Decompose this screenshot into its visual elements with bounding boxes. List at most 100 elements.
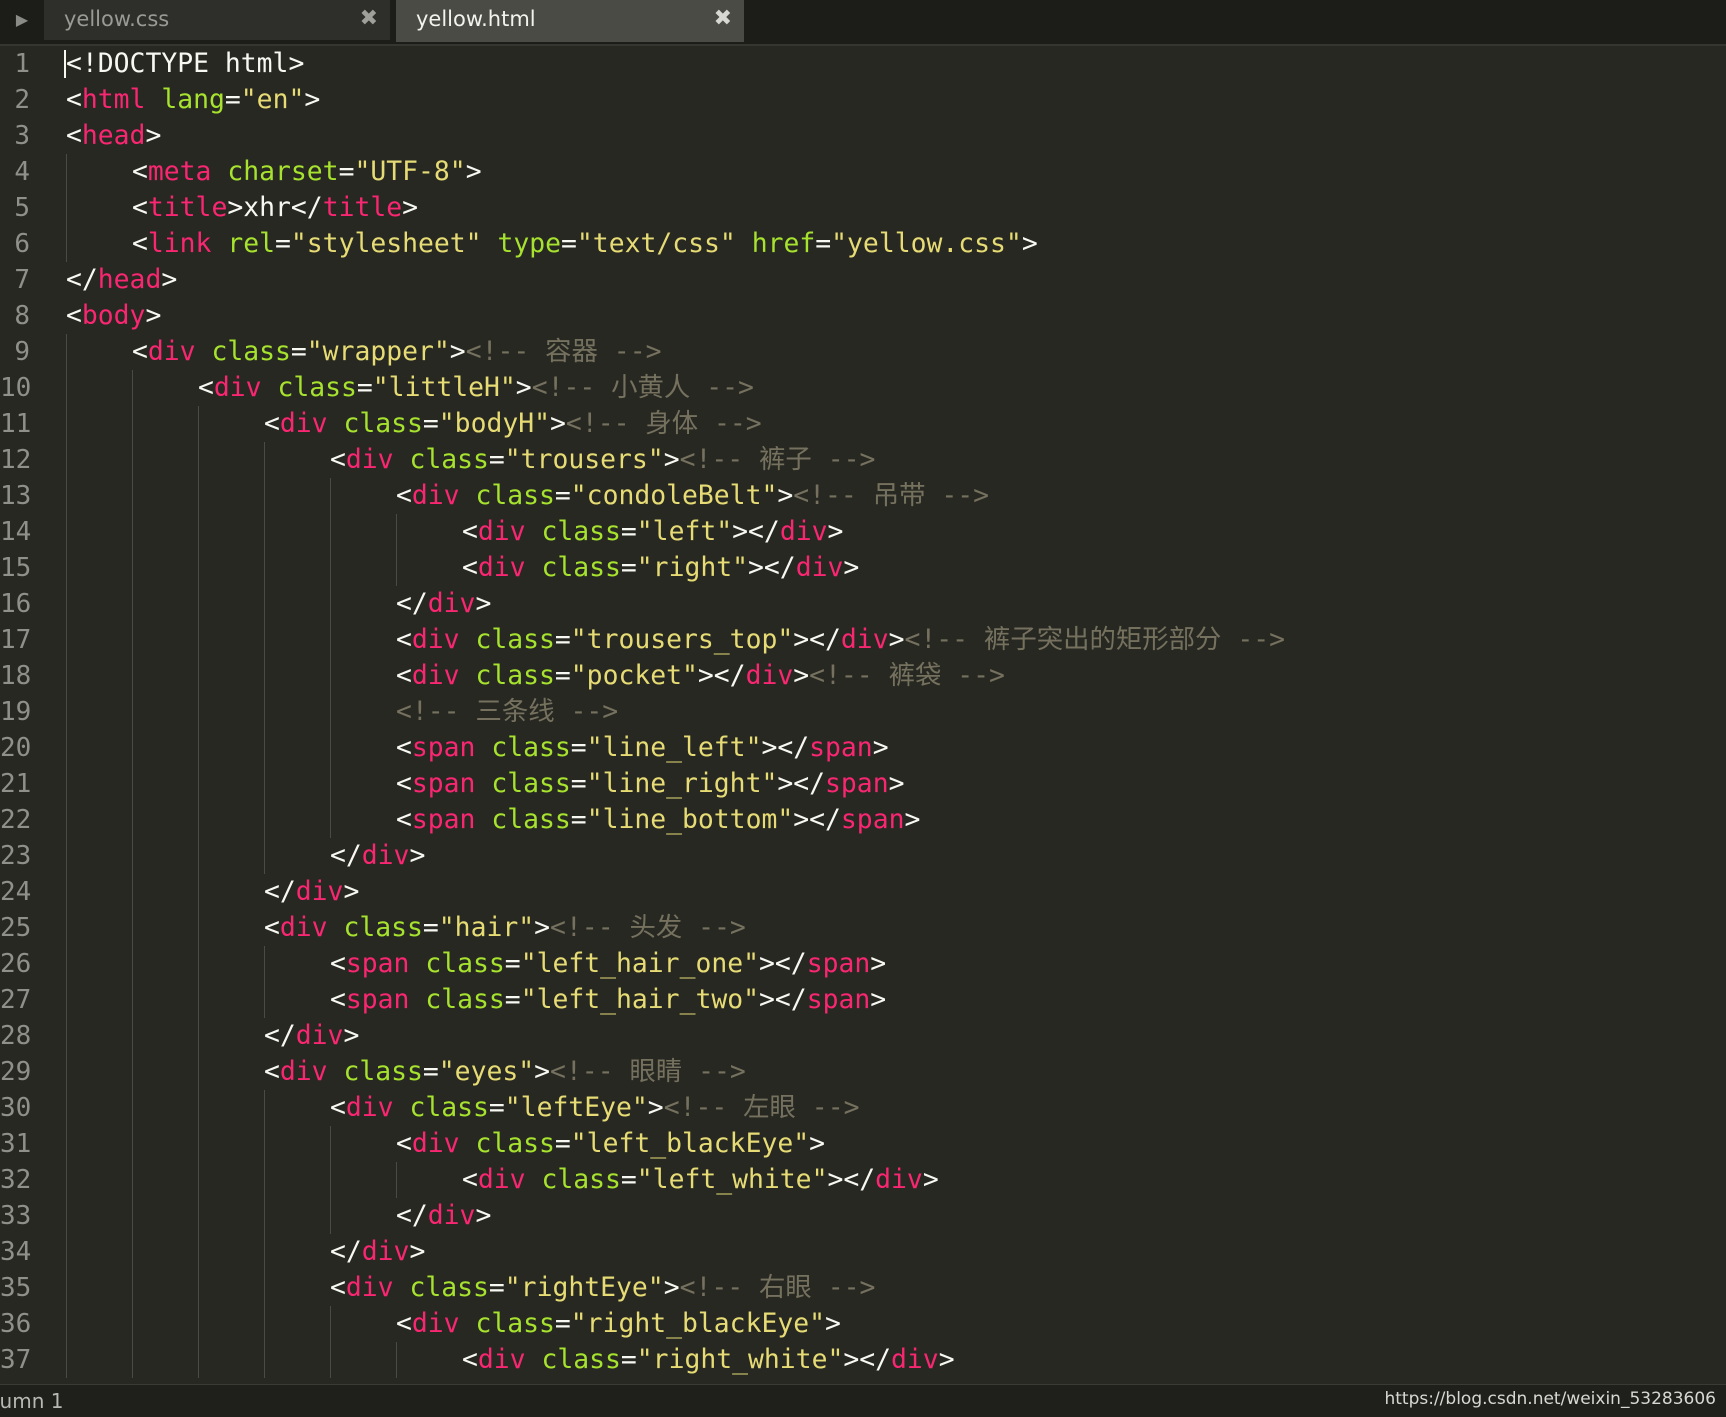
code-line[interactable]: 29 <div class="eyes"><!-- 眼睛 --> bbox=[0, 1054, 1726, 1090]
indent-guide bbox=[198, 550, 199, 586]
code-line[interactable]: 4 <meta charset="UTF-8"> bbox=[0, 154, 1726, 190]
code-line[interactable]: 14 <div class="left"></div> bbox=[0, 514, 1726, 550]
code-tag: span bbox=[345, 984, 410, 1015]
code-line[interactable]: 24 </div> bbox=[0, 874, 1726, 910]
code-line[interactable]: 36 <div class="right_blackEye"> bbox=[0, 1306, 1726, 1342]
code-comment: <!-- 裤子 --> bbox=[679, 444, 876, 475]
indent-guide bbox=[66, 1090, 67, 1126]
code-punct: > bbox=[145, 300, 162, 331]
code-line[interactable]: 2 <html lang="en"> bbox=[0, 82, 1726, 118]
code-attr: type bbox=[497, 228, 562, 259]
line-number: 16 bbox=[0, 589, 32, 619]
line-number: 8 bbox=[14, 301, 30, 331]
code-string: "left_hair_two" bbox=[520, 984, 760, 1015]
code-punct bbox=[475, 732, 491, 763]
code-line[interactable]: 35 <div class="rightEye"><!-- 右眼 --> bbox=[0, 1270, 1726, 1306]
code-punct: = bbox=[570, 732, 587, 763]
close-icon[interactable]: ✖ bbox=[360, 0, 378, 38]
close-icon[interactable]: ✖ bbox=[714, 0, 732, 38]
code-text: <span class="left_hair_two"></span> bbox=[330, 982, 886, 1018]
line-number: 6 bbox=[14, 229, 30, 259]
code-line[interactable]: 31 <div class="left_blackEye"> bbox=[0, 1126, 1726, 1162]
code-line[interactable]: 5 <title>xhr</title> bbox=[0, 190, 1726, 226]
code-line[interactable]: 3 <head> bbox=[0, 118, 1726, 154]
code-string: "en" bbox=[240, 84, 305, 115]
code-punct bbox=[526, 1344, 542, 1375]
code-line[interactable]: 16 </div> bbox=[0, 586, 1726, 622]
code-tag: span bbox=[809, 732, 873, 763]
code-text: <div class="left_white"></div> bbox=[462, 1162, 939, 1198]
code-punct: = bbox=[356, 372, 373, 403]
code-line[interactable]: 15 <div class="right"></div> bbox=[0, 550, 1726, 586]
indent-guide bbox=[264, 1162, 265, 1198]
code-line[interactable]: 28 </div> bbox=[0, 1018, 1726, 1054]
code-editor[interactable]: 1 <!DOCTYPE html> 2 <html lang="en"> 3 <head>… bbox=[0, 46, 1726, 1384]
indent-guide bbox=[264, 946, 265, 982]
code-punct bbox=[409, 948, 425, 979]
indent-guide bbox=[66, 1054, 67, 1090]
indent-guide bbox=[66, 946, 67, 982]
code-punct: > bbox=[825, 1308, 841, 1339]
code-line[interactable]: 23 </div> bbox=[0, 838, 1726, 874]
code-tag: div bbox=[477, 1164, 526, 1195]
code-line[interactable]: 37 <div class="right_white"></div> bbox=[0, 1342, 1726, 1378]
code-line[interactable]: 33 </div> bbox=[0, 1198, 1726, 1234]
code-punct: > bbox=[663, 444, 680, 475]
code-punct bbox=[394, 1092, 410, 1123]
code-punct: < bbox=[132, 336, 148, 367]
code-line[interactable]: 30 <div class="leftEye"><!-- 左眼 --> bbox=[0, 1090, 1726, 1126]
code-attr: href bbox=[751, 228, 816, 259]
code-line[interactable]: 27 <span class="left_hair_two"></span> bbox=[0, 982, 1726, 1018]
code-punct: </ bbox=[330, 1236, 362, 1267]
code-tag: div bbox=[840, 624, 889, 655]
code-punct: < bbox=[462, 552, 478, 583]
code-line[interactable]: 6 <link rel="stylesheet" type="text/css" … bbox=[0, 226, 1726, 262]
code-punct: = bbox=[620, 1344, 637, 1375]
code-punct: < bbox=[330, 444, 346, 475]
tab-label: yellow.html bbox=[416, 7, 536, 31]
code-string: "left_blackEye" bbox=[570, 1128, 810, 1159]
code-line[interactable]: 26 <span class="left_hair_one"></span> bbox=[0, 946, 1726, 982]
code-line[interactable]: 22 <span class="line_bottom"></span> bbox=[0, 802, 1726, 838]
code-line[interactable]: 34 </div> bbox=[0, 1234, 1726, 1270]
code-punct: = bbox=[620, 552, 637, 583]
code-line[interactable]: 21 <span class="line_right"></span> bbox=[0, 766, 1726, 802]
code-punct: < bbox=[396, 480, 412, 511]
indent-guide bbox=[198, 1198, 199, 1234]
code-line[interactable]: 12 <div class="trousers"><!-- 裤子 --> bbox=[0, 442, 1726, 478]
code-attr: class bbox=[541, 516, 621, 547]
code-punct: = bbox=[570, 768, 587, 799]
indent-guide bbox=[198, 1234, 199, 1270]
indent-guide bbox=[66, 1126, 67, 1162]
indent-guide bbox=[330, 586, 331, 622]
code-line[interactable]: 18 <div class="pocket"></div><!-- 裤袋 --> bbox=[0, 658, 1726, 694]
code-line[interactable]: 11 <div class="bodyH"><!-- 身体 --> bbox=[0, 406, 1726, 442]
code-punct: < bbox=[396, 804, 412, 835]
code-line[interactable]: 19 <!-- 三条线 --> bbox=[0, 694, 1726, 730]
code-line[interactable]: 1 <!DOCTYPE html> bbox=[0, 46, 1726, 82]
indent-guide bbox=[66, 838, 67, 874]
code-line[interactable]: 25 <div class="hair"><!-- 头发 --> bbox=[0, 910, 1726, 946]
code-punct: < bbox=[66, 84, 82, 115]
code-string: "yellow.css" bbox=[831, 228, 1022, 259]
code-line[interactable]: 7 </head> bbox=[0, 262, 1726, 298]
code-text: <meta charset="UTF-8"> bbox=[132, 154, 482, 190]
tab-yellow-html[interactable]: yellow.html ✖ bbox=[396, 0, 744, 42]
code-punct: = bbox=[488, 444, 505, 475]
indent-guide bbox=[132, 910, 133, 946]
indent-guide bbox=[132, 370, 133, 406]
code-punct: < bbox=[198, 372, 214, 403]
code-line[interactable]: 13 <div class="condoleBelt"><!-- 吊带 --> bbox=[0, 478, 1726, 514]
indent-guide bbox=[330, 658, 331, 694]
code-line[interactable]: 20 <span class="line_left"></span> bbox=[0, 730, 1726, 766]
code-line[interactable]: 10 <div class="littleH"><!-- 小黄人 --> bbox=[0, 370, 1726, 406]
tab-yellow-css[interactable]: yellow.css ✖ bbox=[44, 0, 392, 40]
code-punct: ></ bbox=[697, 660, 746, 691]
code-line[interactable]: 8 <body> bbox=[0, 298, 1726, 334]
code-line[interactable]: 9 <div class="wrapper"><!-- 容器 --> bbox=[0, 334, 1726, 370]
line-number: 21 bbox=[0, 769, 32, 799]
code-comment: <!-- 右眼 --> bbox=[679, 1272, 876, 1303]
code-line[interactable]: 32 <div class="left_white"></div> bbox=[0, 1162, 1726, 1198]
code-line[interactable]: 17 <div class="trousers_top"></div><!-- 裤… bbox=[0, 622, 1726, 658]
play-arrow-icon[interactable]: ▶ bbox=[0, 0, 44, 44]
